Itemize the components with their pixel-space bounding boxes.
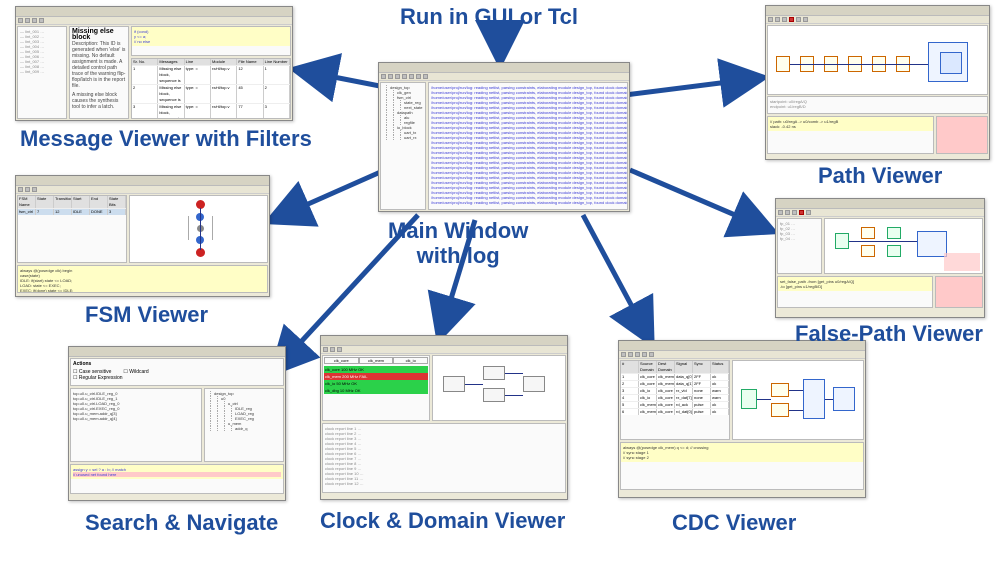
fsm-code: always @(posedge clk) begin case(state) … (18, 266, 267, 293)
search-source: assign y = sel ? a : b; // match // unus… (71, 465, 283, 479)
cdc-viewer-window: #Source DomainDest DomainSignalSyncStatu… (618, 340, 866, 498)
clock-summary[interactable]: clk_core clk_mem clk_io clk_core 100 MHz… (322, 355, 430, 421)
main-window-titlebar (379, 63, 629, 73)
label-path-viewer: Path Viewer (818, 163, 942, 188)
cdc-source: always @(posedge clk_mem) q <= d; // cro… (621, 443, 863, 462)
fsm-viewer-window: FSM NameStateTransitionsStartEndState Bi… (15, 175, 270, 297)
main-log[interactable]: /home/user/proj/run/log: reading netlist… (429, 83, 627, 207)
cdc-grid[interactable]: #Source DomainDest DomainSignalSyncStatu… (620, 360, 730, 440)
main-window-toolbar (379, 73, 629, 81)
label-run-gui-tcl: Run in GUI or Tcl (400, 4, 578, 29)
label-false-path-viewer: False-Path Viewer (795, 321, 983, 346)
message-detail: Missing else block Description: This ID … (69, 26, 129, 119)
cdc-schematic[interactable] (732, 360, 864, 440)
path-summary: startpoint: u0/regA/Qendpoint: u1/regB/D (768, 97, 987, 111)
design-tree[interactable]: design_top clk_gen fsm_ctrl state_reg ne… (381, 83, 425, 142)
search-hierarchy[interactable]: design_top u0 u_ctrl IDLE_reg LOAD_reg E… (205, 389, 283, 433)
false-path-schematic[interactable] (824, 218, 983, 274)
main-window: design_top clk_gen fsm_ctrl state_reg ne… (378, 62, 630, 212)
label-cdc-viewer: CDC Viewer (672, 510, 796, 535)
message-list[interactable]: — lint_001 …— lint_002 …— lint_003 … — l… (18, 27, 66, 76)
false-path-code: set_false_path -from [get_pins u0/regA/Q… (778, 277, 932, 291)
clock-domain-window: clk_core clk_mem clk_io clk_core 100 MHz… (320, 335, 568, 500)
path-violation-region (937, 117, 987, 153)
search-navigate-window: Actions ☐ Case sensitive ☐ Wildcard ☐ Re… (68, 346, 286, 501)
message-source: if (cond) y <= a;// no else (132, 27, 290, 46)
label-search-navigate: Search & Navigate (85, 510, 278, 535)
message-viewer-window: — lint_001 …— lint_002 …— lint_003 … — l… (15, 6, 293, 121)
message-grid[interactable]: Sr. No.Messages LineModule File NameLine… (131, 58, 291, 119)
label-main-window: Main Windowwith log (388, 218, 528, 269)
path-code: // path: u0/regA -> u0/comb -> u1/regB s… (768, 117, 933, 131)
label-fsm-viewer: FSM Viewer (85, 302, 208, 327)
search-results[interactable]: top.u0.u_ctrl.IDLE_reg_0top.u0.u_ctrl.ID… (71, 389, 201, 423)
path-viewer-window: startpoint: u0/regA/Qendpoint: u1/regB/D… (765, 5, 990, 160)
fsm-grid[interactable]: FSM NameStateTransitionsStartEndState Bi… (18, 196, 126, 215)
clock-log: clock report line 1 …clock report line 2… (323, 424, 565, 488)
false-path-violation-region (936, 277, 982, 307)
label-message-viewer: Message Viewer with Filters (20, 126, 312, 151)
false-path-list[interactable]: fp_01 …fp_02 …fp_03 …fp_04 … (778, 219, 821, 243)
false-path-viewer-window: fp_01 …fp_02 …fp_03 …fp_04 … set_false_p… (775, 198, 985, 318)
fsm-diagram[interactable] (129, 195, 268, 263)
search-options[interactable]: Actions ☐ Case sensitive ☐ Wildcard ☐ Re… (70, 358, 284, 386)
label-clock-domain: Clock & Domain Viewer (320, 508, 565, 533)
path-schematic[interactable] (767, 25, 988, 95)
clock-diagram[interactable] (432, 355, 566, 421)
